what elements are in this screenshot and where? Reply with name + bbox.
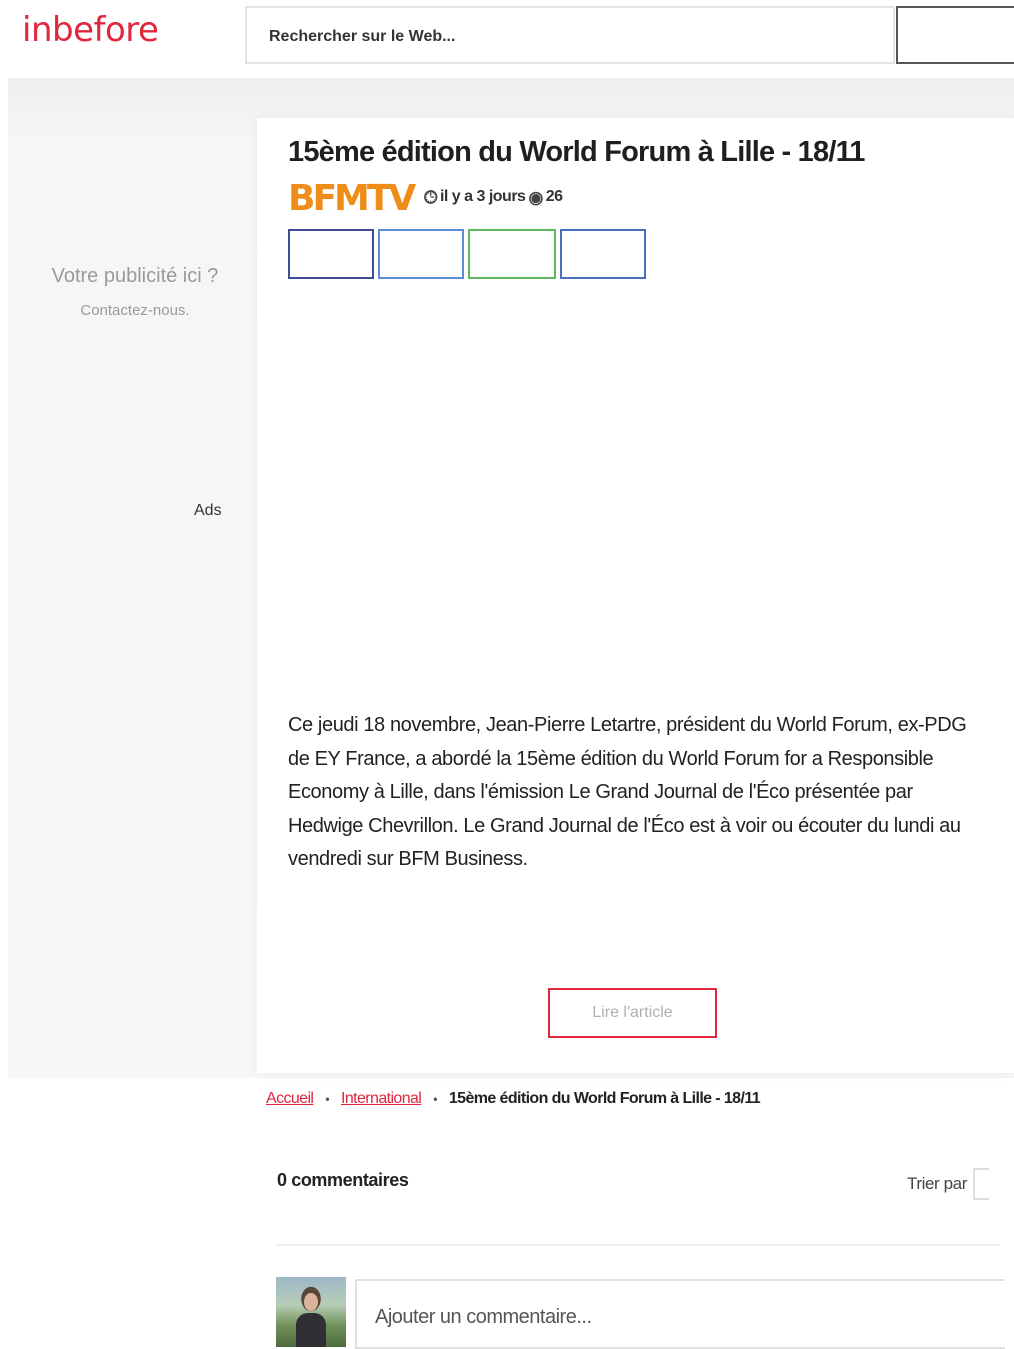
breadcrumb-category-link[interactable]: International bbox=[341, 1090, 422, 1108]
breadcrumb-home-link[interactable]: Accueil bbox=[266, 1090, 314, 1108]
avatar bbox=[276, 1277, 346, 1347]
view-count: 26 bbox=[545, 188, 563, 205]
share-facebook-button[interactable] bbox=[288, 229, 374, 279]
breadcrumb-separator: • bbox=[325, 1092, 329, 1106]
breadcrumb-current: 15ème édition du World Forum à Lille - 1… bbox=[448, 1090, 761, 1107]
sidebar-ad: Votre publicité ici ? Contactez-nous. bbox=[30, 262, 240, 319]
comments-divider bbox=[276, 1244, 1000, 1246]
breadcrumb: Accueil • International • 15ème édition … bbox=[266, 1090, 761, 1108]
search-input[interactable] bbox=[267, 22, 871, 52]
article-title: 15ème édition du World Forum à Lille - 1… bbox=[288, 136, 865, 168]
avatar-body bbox=[296, 1313, 326, 1347]
share-twitter-button[interactable] bbox=[378, 229, 464, 279]
ad-contact-link[interactable]: Contactez-nous. bbox=[30, 302, 240, 319]
share-buttons bbox=[288, 229, 646, 279]
header: inbefore bbox=[0, 0, 1014, 78]
ads-label: Ads bbox=[194, 502, 222, 519]
avatar-face bbox=[304, 1293, 318, 1311]
read-article-button[interactable]: Lire l'article bbox=[548, 988, 717, 1038]
share-whatsapp-button[interactable] bbox=[468, 229, 556, 279]
comments-count: 0 commentaires bbox=[277, 1170, 409, 1190]
source-logo[interactable]: BFMTV bbox=[288, 178, 416, 219]
search-button[interactable] bbox=[896, 6, 1014, 64]
sort-select[interactable] bbox=[973, 1168, 990, 1200]
site-logo[interactable]: inbefore bbox=[22, 10, 159, 50]
comment-box[interactable] bbox=[355, 1279, 1005, 1349]
eye-icon: ◉ bbox=[528, 187, 543, 207]
breadcrumb-separator: • bbox=[433, 1092, 437, 1106]
share-linkedin-button[interactable] bbox=[560, 229, 646, 279]
article-meta: 🕒︎ il y a 3 jours ◉ 26 bbox=[424, 188, 563, 206]
time-ago: il y a 3 jours bbox=[439, 188, 526, 205]
comment-input[interactable] bbox=[373, 1301, 977, 1333]
search-box[interactable] bbox=[245, 6, 895, 64]
comments-sort: Trier par bbox=[907, 1168, 990, 1200]
ad-title: Votre publicité ici ? bbox=[51, 265, 219, 287]
clock-icon: 🕒︎ bbox=[424, 187, 437, 207]
article-summary: Ce jeudi 18 novembre, Jean-Pierre Letart… bbox=[288, 714, 967, 870]
sort-label: Trier par bbox=[907, 1174, 968, 1193]
